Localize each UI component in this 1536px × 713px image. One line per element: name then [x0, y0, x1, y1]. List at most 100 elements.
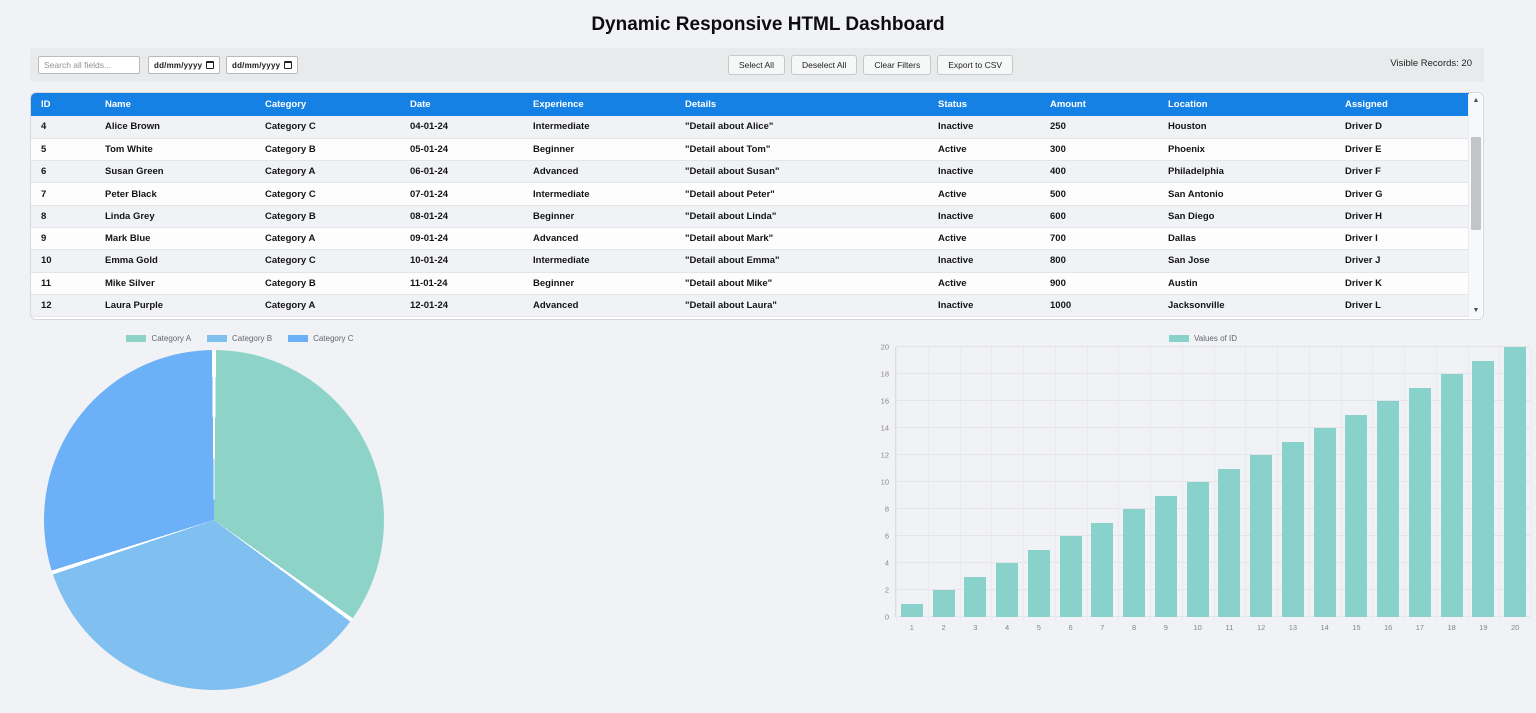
cell-category: Category A [255, 160, 400, 184]
legend-swatch-icon [1169, 335, 1189, 342]
table-header-row: ID Name Category Date Experience Details Statu… [31, 93, 1469, 116]
x-axis-tick-label: 13 [1288, 623, 1298, 632]
cell-status: Active [928, 272, 1040, 295]
cell-name: Emma Gold [95, 249, 255, 273]
bar-chart-legend: Values of ID [870, 334, 1536, 343]
cell-category: Category B [255, 205, 400, 228]
bar [964, 576, 987, 617]
cell-id: 8 [31, 205, 95, 228]
bar [1218, 468, 1241, 617]
gridline [1150, 347, 1151, 621]
y-axis-tick-label: 20 [880, 342, 889, 352]
legend-swatch-icon [288, 335, 309, 342]
legend-label: Category C [313, 334, 354, 343]
gridline [1531, 347, 1532, 621]
select-all-button[interactable]: Select All [728, 55, 785, 75]
data-table: ID Name Category Date Experience Details Statu… [31, 93, 1469, 318]
scroll-down-arrow-icon[interactable]: ▼ [1469, 304, 1483, 318]
cell-id: 11 [31, 272, 95, 295]
gridline [1118, 347, 1120, 621]
gridline [1181, 347, 1183, 621]
scrollbar-thumb[interactable] [1471, 137, 1481, 230]
cell-date: 12-01-24 [400, 294, 523, 318]
legend-item[interactable]: Category A [126, 334, 191, 343]
scroll-up-arrow-icon[interactable]: ▲ [1469, 94, 1483, 108]
table-row[interactable]: 12 Laura Purple Category A 12-01-24 Advanced… [31, 294, 1469, 318]
gridline [896, 347, 897, 621]
y-axis-tick-label: 10 [880, 477, 889, 487]
column-header-status[interactable]: Status [928, 93, 1040, 116]
cell-status: Active [928, 138, 1040, 162]
calendar-icon[interactable] [284, 61, 292, 69]
cell-name: Laura Purple [95, 294, 255, 318]
table-scrollbar[interactable]: ▲ ▼ [1468, 94, 1482, 318]
column-header-experience[interactable]: Experience [523, 93, 675, 116]
bar [1377, 401, 1400, 617]
bar [1059, 536, 1082, 617]
gridline [1372, 347, 1374, 621]
legend-item[interactable]: Values of ID [1169, 334, 1237, 343]
cell-details: "Detail about Tom" [675, 138, 928, 162]
cell-category: Category C [255, 182, 400, 206]
table-row[interactable]: 10 Emma Gold Category C 10-01-24 Intermediat… [31, 249, 1469, 273]
table-row[interactable]: 4 Alice Brown Category C 04-01-24 Intermedia… [31, 116, 1469, 139]
cell-id: 4 [31, 116, 95, 139]
x-axis-tick-label: 4 [1005, 623, 1010, 632]
table-row[interactable]: 9 Mark Blue Category A 09-01-24 Advanced "Det… [31, 227, 1469, 251]
cell-experience: Advanced [523, 227, 675, 251]
bar [1345, 414, 1368, 617]
column-header-amount[interactable]: Amount [1040, 93, 1158, 116]
cell-assigned: Driver L [1335, 294, 1469, 318]
data-table-card: ID Name Category Date Experience Details Statu… [30, 92, 1484, 320]
bar [1186, 482, 1209, 617]
table-row[interactable]: 6 Susan Green Category A 06-01-24 Advanced "D… [31, 160, 1469, 184]
x-axis-tick-label: 8 [1132, 623, 1137, 632]
x-axis-tick-label: 9 [1163, 623, 1168, 632]
column-header-id[interactable]: ID [31, 93, 95, 116]
search-input[interactable] [38, 56, 140, 74]
column-header-category[interactable]: Category [255, 93, 400, 116]
cell-date: 10-01-24 [400, 249, 523, 273]
table-row[interactable]: 5 Tom White Category B 05-01-24 Beginner "Det… [31, 138, 1469, 162]
cell-details: "Detail about Alice" [675, 116, 928, 139]
table-row[interactable]: 8 Linda Grey Category B 08-01-24 Beginner "De… [31, 205, 1469, 228]
column-header-details[interactable]: Details [675, 93, 928, 116]
cell-assigned: Driver F [1335, 160, 1469, 184]
table-row[interactable]: 11 Mike Silver Category B 11-01-24 Beginner "… [31, 272, 1469, 295]
date-from-input[interactable]: dd/mm/yyyy [148, 56, 220, 74]
column-header-date[interactable]: Date [400, 93, 523, 116]
gridline [991, 347, 993, 621]
cell-id: 7 [31, 182, 95, 206]
y-axis-tick-label: 0 [884, 612, 889, 622]
cell-status: Active [928, 182, 1040, 206]
clear-filters-button[interactable]: Clear Filters [863, 55, 932, 75]
toolbar-buttons: Select All Deselect All Clear Filters Ex… [728, 55, 1014, 75]
gridline [1245, 347, 1247, 621]
column-header-location[interactable]: Location [1158, 93, 1335, 116]
cell-id: 5 [31, 138, 95, 162]
table-row[interactable]: 7 Peter Black Category C 07-01-24 Intermedia… [31, 182, 1469, 206]
calendar-icon[interactable] [206, 61, 214, 69]
x-axis-tick-label: 17 [1415, 623, 1425, 632]
cell-experience: Beginner [523, 138, 675, 162]
legend-item[interactable]: Category C [288, 334, 354, 343]
gridline [1023, 347, 1024, 621]
date-to-input[interactable]: dd/mm/yyyy [226, 56, 298, 74]
cell-location: San Diego [1158, 205, 1335, 228]
cell-amount: 500 [1040, 182, 1158, 206]
x-axis-tick-label: 11 [1225, 623, 1234, 632]
cell-name: Tom White [95, 138, 255, 162]
pie-chart-legend: Category A Category B Category C [30, 334, 450, 343]
legend-item[interactable]: Category B [207, 334, 272, 343]
cell-amount: 1000 [1040, 294, 1158, 318]
deselect-all-button[interactable]: Deselect All [790, 55, 858, 75]
column-header-assigned[interactable]: Assigned [1335, 93, 1469, 116]
cell-category: Category A [255, 294, 400, 318]
column-header-name[interactable]: Name [95, 93, 255, 116]
x-axis-tick-label: 14 [1320, 623, 1329, 632]
cell-name: Alice Brown [95, 116, 255, 139]
bar [1504, 347, 1527, 617]
cell-assigned: Driver J [1335, 249, 1469, 273]
export-csv-button[interactable]: Export to CSV [937, 55, 1014, 75]
cell-id: 12 [31, 294, 95, 318]
